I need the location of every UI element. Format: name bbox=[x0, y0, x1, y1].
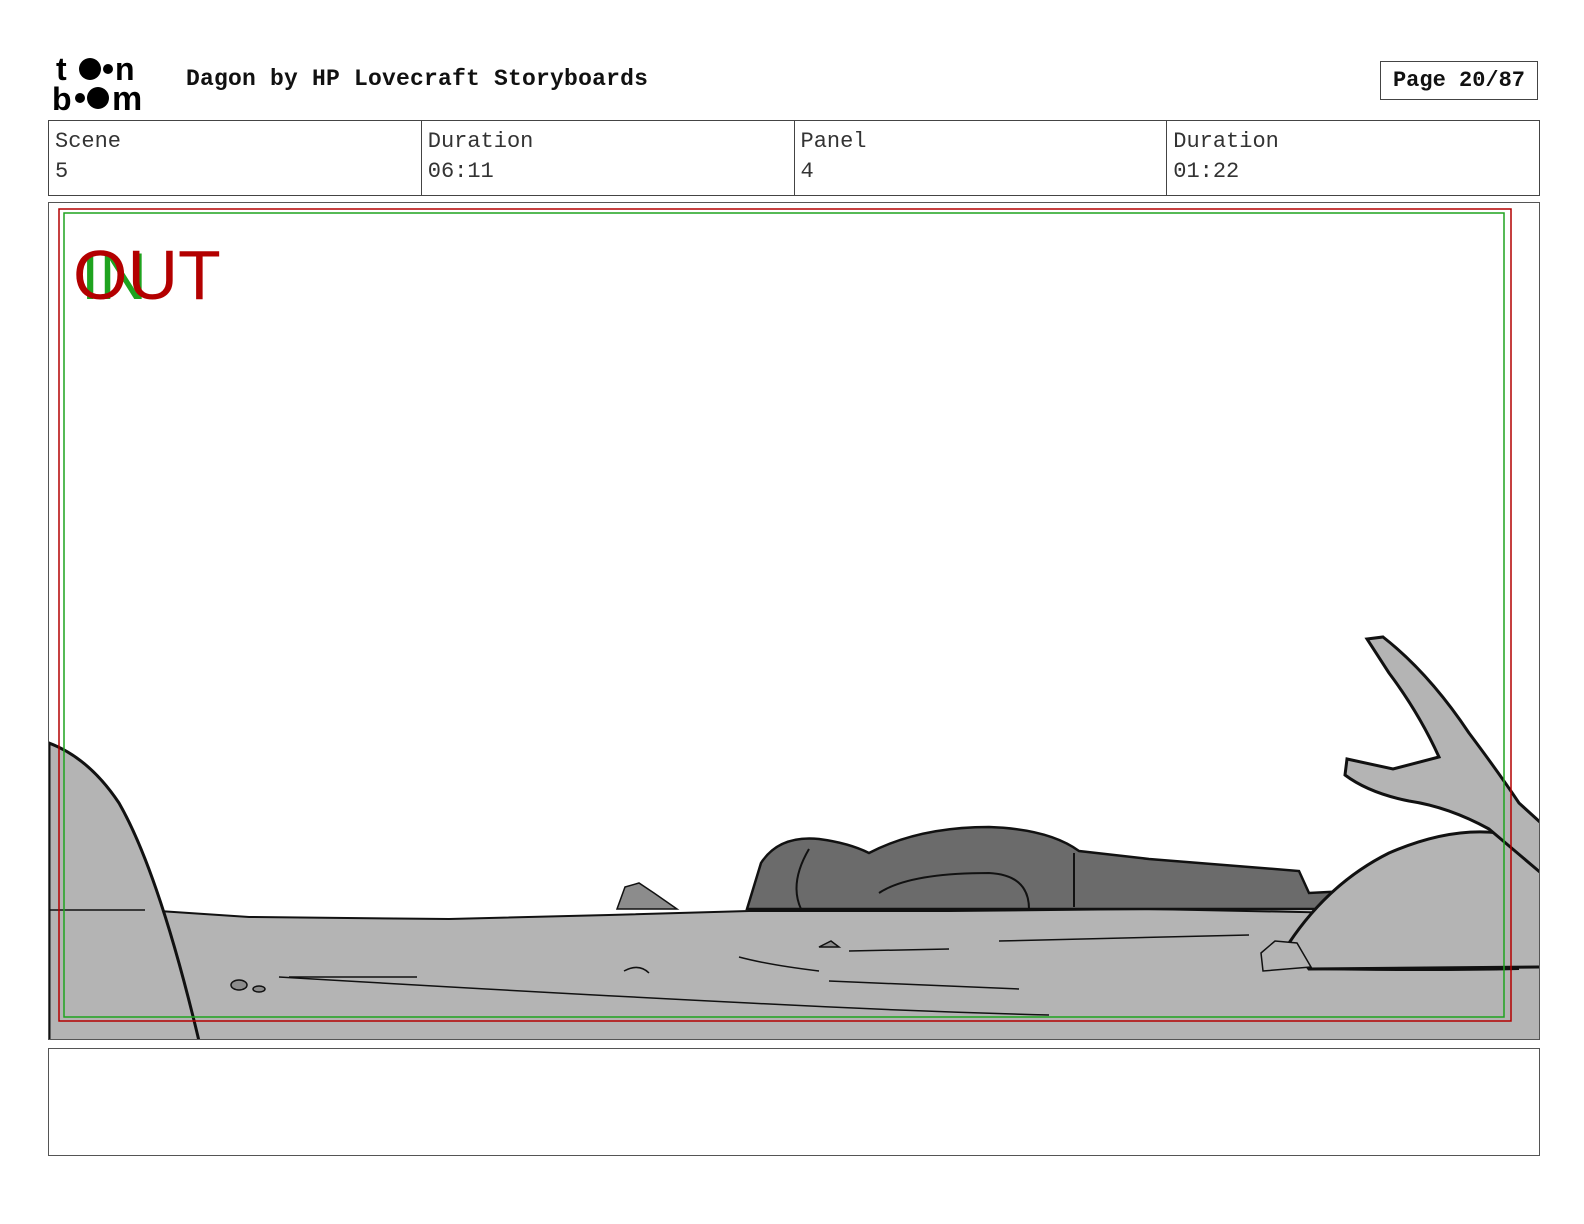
lying-figure bbox=[745, 825, 1351, 911]
panel-duration-value: 01:22 bbox=[1173, 159, 1240, 184]
panel-drawing: IN OUT bbox=[49, 208, 1539, 1039]
scene-duration-cell: Duration 06:11 bbox=[422, 121, 795, 195]
page-indicator: Page 20/87 bbox=[1380, 61, 1538, 100]
panel-duration-cell: Duration 01:22 bbox=[1167, 121, 1539, 195]
out-label: OUT bbox=[73, 236, 221, 314]
toon-boom-logo: t n b m bbox=[52, 51, 142, 114]
panel-cell: Panel 4 bbox=[795, 121, 1168, 195]
small-rock bbox=[615, 882, 680, 910]
caption-box bbox=[48, 1048, 1540, 1156]
svg-text:b: b bbox=[52, 81, 72, 114]
panel-value: 4 bbox=[800, 159, 814, 184]
scene-cell: Scene 5 bbox=[49, 121, 422, 195]
scene-value: 5 bbox=[55, 159, 69, 184]
page-label: Page 20/87 bbox=[1392, 68, 1526, 93]
scene-label: Scene bbox=[55, 129, 122, 154]
svg-text:m: m bbox=[112, 80, 142, 114]
left-rock bbox=[49, 741, 201, 1039]
scene-info-table: Scene 5 Duration 06:11 Panel 4 Duration … bbox=[48, 120, 1540, 196]
document-title: Dagon by HP Lovecraft Storyboards bbox=[186, 66, 649, 92]
right-rock bbox=[1287, 830, 1539, 971]
scene-duration-value: 06:11 bbox=[427, 159, 494, 184]
panel-duration-label: Duration bbox=[1173, 129, 1279, 154]
panel-label: Panel bbox=[800, 129, 867, 154]
storyboard-panel: IN OUT bbox=[48, 202, 1540, 1040]
scene-duration-label: Duration bbox=[427, 129, 534, 154]
